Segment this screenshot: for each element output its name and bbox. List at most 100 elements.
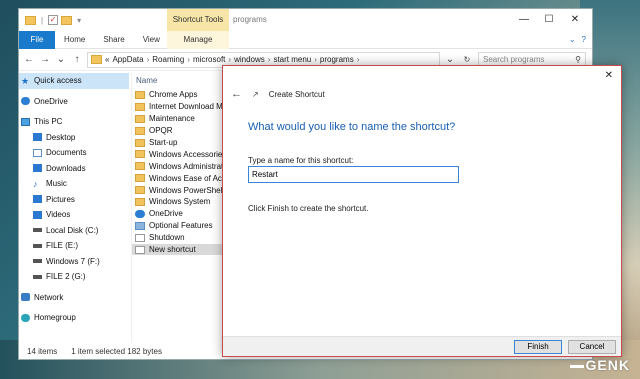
list-item-label: Maintenance xyxy=(149,114,195,124)
tab-file[interactable]: File xyxy=(19,30,55,49)
cancel-button[interactable]: Cancel xyxy=(568,340,616,354)
folder-icon xyxy=(91,55,102,64)
breadcrumb-appdata[interactable]: AppData xyxy=(112,55,143,64)
sidebar-item-this-pc[interactable]: This PC xyxy=(19,114,129,130)
list-item[interactable]: Windows Ease of Acce xyxy=(132,172,231,184)
sidebar-item-label: Quick access xyxy=(34,76,82,86)
sidebar-item-downloads[interactable]: Downloads xyxy=(19,161,129,177)
download-icon xyxy=(33,164,42,173)
dialog-title: Create Shortcut xyxy=(268,89,325,99)
tab-view[interactable]: View xyxy=(134,31,169,49)
sidebar-item-label: Music xyxy=(46,179,67,189)
sidebar-item-music[interactable]: ♪ Music xyxy=(19,176,129,192)
homegroup-icon xyxy=(21,313,30,322)
window-title: programs xyxy=(233,15,267,24)
list-item[interactable]: Windows System xyxy=(132,196,231,208)
forward-icon[interactable]: → xyxy=(39,54,51,65)
sidebar-item-onedrive[interactable]: OneDrive xyxy=(19,94,129,110)
breadcrumb-windows[interactable]: windows xyxy=(234,55,265,64)
breadcrumb-overflow[interactable]: « xyxy=(105,55,109,64)
up-icon[interactable]: ↑ xyxy=(71,54,83,65)
maximize-button[interactable]: ☐ xyxy=(536,9,562,31)
sidebar-item-windows-7-f[interactable]: Windows 7 (F:) xyxy=(19,254,129,270)
breadcrumb-programs[interactable]: programs xyxy=(320,55,354,64)
customize-toolbar-icon[interactable]: ▾ xyxy=(77,16,81,25)
back-icon[interactable]: ← xyxy=(23,54,35,65)
sidebar-item-local-disk-c[interactable]: Local Disk (C:) xyxy=(19,223,129,239)
breadcrumb-start-menu[interactable]: start menu xyxy=(273,55,311,64)
list-item[interactable]: OPQR xyxy=(132,125,231,137)
sidebar-item-videos[interactable]: Videos xyxy=(19,207,129,223)
list-item-label: Windows Accessories xyxy=(149,149,227,159)
dialog-footer: Finish Cancel xyxy=(223,336,621,356)
minimize-button[interactable]: — xyxy=(511,9,537,31)
address-dropdown-icon[interactable]: ⌄ xyxy=(444,54,456,65)
new-folder-icon[interactable] xyxy=(61,15,73,25)
tab-share[interactable]: Share xyxy=(94,31,133,49)
drive-icon xyxy=(33,228,42,233)
refresh-icon[interactable]: ↻ xyxy=(460,55,474,64)
back-arrow-icon[interactable]: ← xyxy=(231,88,242,100)
list-item[interactable]: New shortcut xyxy=(132,243,231,256)
sidebar-item-pictures[interactable]: Pictures xyxy=(19,192,129,208)
shortcut-tools-tab: Shortcut Tools xyxy=(167,9,229,31)
folder-icon xyxy=(135,174,145,183)
breadcrumb-microsoft[interactable]: microsoft xyxy=(193,55,225,64)
folder-icon xyxy=(135,197,145,206)
list-item-label: Windows Administrati xyxy=(149,161,226,171)
list-item[interactable]: Shutdown xyxy=(132,232,231,244)
list-item-label: OPQR xyxy=(149,126,173,136)
folder-icon xyxy=(25,15,36,25)
tab-manage[interactable]: Manage xyxy=(167,30,229,49)
sidebar-item-network[interactable]: Network xyxy=(19,290,129,306)
list-item[interactable]: Optional Features xyxy=(132,220,231,232)
sidebar-item-quick-access[interactable]: ★ Quick access xyxy=(19,73,129,89)
close-button[interactable]: ✕ xyxy=(562,9,588,31)
sidebar-item-file-2-g[interactable]: FILE 2 (G:) xyxy=(19,269,129,285)
dialog-close-button[interactable]: ✕ xyxy=(605,70,613,81)
ribbon-tabs: File Home Share View Manage ⌄ ? xyxy=(19,30,592,49)
onedrive-icon xyxy=(135,209,145,218)
help-icon[interactable]: ? xyxy=(582,31,586,49)
list-item-label: Windows Ease of Acce xyxy=(149,173,231,183)
sidebar-item-file-e[interactable]: FILE (E:) xyxy=(19,238,129,254)
list-item-label: Start-up xyxy=(149,138,178,147)
videos-icon xyxy=(33,210,42,219)
column-header-name[interactable]: Name xyxy=(132,73,231,89)
sidebar-item-label: Network xyxy=(34,292,64,302)
shortcut-icon xyxy=(135,221,145,230)
sidebar-item-label: FILE 2 (G:) xyxy=(46,272,86,282)
sidebar-item-label: Homegroup xyxy=(34,313,76,323)
shortcut-name-label: Type a name for this shortcut: xyxy=(248,156,354,165)
sidebar-item-label: Downloads xyxy=(46,163,86,173)
pictures-icon xyxy=(33,195,42,204)
list-item[interactable]: Windows Accessories xyxy=(132,148,231,160)
watermark-logo: GENK xyxy=(569,357,630,373)
sidebar-item-documents[interactable]: Documents xyxy=(19,145,129,161)
finish-button[interactable]: Finish xyxy=(514,340,562,354)
shortcut-name-input[interactable] xyxy=(248,166,459,183)
documents-icon xyxy=(33,148,42,157)
list-item[interactable]: Maintenance xyxy=(132,113,231,125)
list-item[interactable]: Start-up xyxy=(132,137,231,149)
dialog-heading: What would you like to name the shortcut… xyxy=(248,121,456,133)
selection-info: 1 item selected 182 bytes xyxy=(71,346,162,356)
list-item[interactable]: Internet Download Ma xyxy=(132,101,231,113)
list-item[interactable]: OneDrive xyxy=(132,208,231,220)
tab-home[interactable]: Home xyxy=(55,31,94,49)
recent-locations-icon[interactable]: ⌄ xyxy=(55,54,67,65)
sidebar-item-desktop[interactable]: Desktop xyxy=(19,130,129,146)
sidebar-item-homegroup[interactable]: Homegroup xyxy=(19,310,129,326)
file-list: Name Chrome Apps Internet Download Ma Main… xyxy=(131,73,231,343)
expand-ribbon-icon[interactable]: ⌄ xyxy=(569,31,576,49)
quick-access-toolbar: | ✓ ▾ xyxy=(25,15,83,25)
list-item[interactable]: Windows PowerShell xyxy=(132,184,231,196)
list-item[interactable]: Chrome Apps xyxy=(132,89,231,101)
sidebar-item-label: Local Disk (C:) xyxy=(46,225,99,235)
folder-icon xyxy=(135,162,145,171)
list-item[interactable]: Windows Administrati xyxy=(132,160,231,172)
folder-icon xyxy=(135,186,145,195)
properties-icon[interactable]: ✓ xyxy=(48,15,59,25)
breadcrumb-roaming[interactable]: Roaming xyxy=(152,55,184,64)
folder-icon xyxy=(135,150,145,159)
